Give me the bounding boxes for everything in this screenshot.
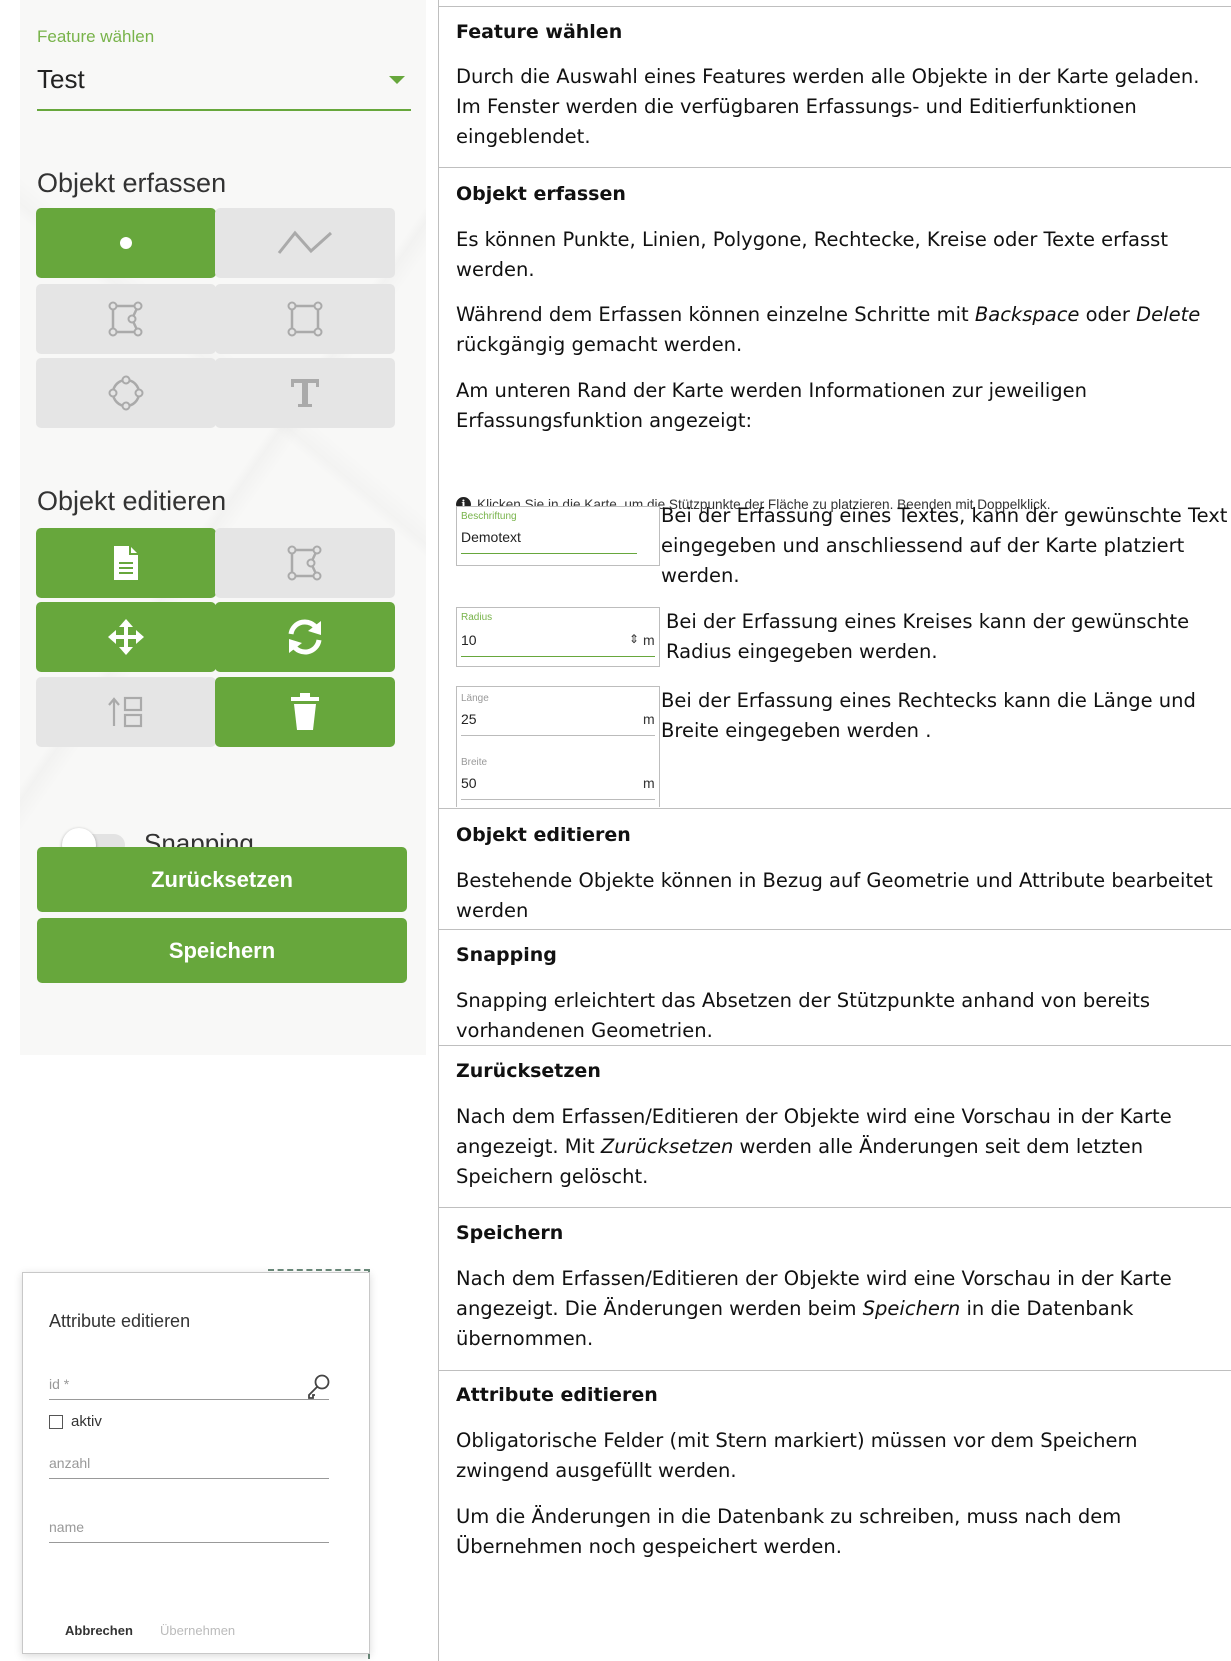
radius-description: Bei der Erfassung eines Kreises kann der… xyxy=(666,610,1190,663)
feature-select-label: Feature wählen xyxy=(37,27,155,46)
attributes-description-2: Um die Änderungen in die Datenbank zu sc… xyxy=(456,1505,1122,1558)
text-description: Bei der Erfassung eines Textes, kann der… xyxy=(661,504,1228,587)
text-input-value: Demotext xyxy=(461,529,521,545)
text-input-underline xyxy=(461,553,637,554)
delete-button[interactable] xyxy=(215,677,395,747)
draw-text-button[interactable] xyxy=(215,358,395,428)
capture-description-2: Während dem Erfassen können einzelne Sch… xyxy=(456,303,1201,356)
dialog-title: Attribute editieren xyxy=(49,1311,191,1331)
aktiv-checkbox[interactable] xyxy=(49,1415,63,1429)
table-divider xyxy=(439,6,1231,7)
text-icon xyxy=(291,379,319,407)
width-value: 50 xyxy=(461,775,477,791)
line-icon xyxy=(277,230,333,254)
feature-select-underline xyxy=(37,109,411,111)
draw-circle-button[interactable] xyxy=(36,358,216,428)
save-heading: Speichern xyxy=(456,1222,564,1244)
radius-input-value: 10 xyxy=(461,632,477,648)
spinner-icon: ⇕ xyxy=(629,632,640,646)
snapping-description: Snapping erleichtert das Absetzen der St… xyxy=(456,989,1151,1042)
id-field[interactable]: id * xyxy=(49,1376,69,1392)
length-label: Länge xyxy=(461,693,489,704)
radius-input-label: Radius xyxy=(461,612,493,623)
aktiv-checkbox-label: aktiv xyxy=(71,1413,102,1430)
width-label: Breite xyxy=(461,757,488,768)
width-unit: m xyxy=(643,775,655,791)
circle-icon xyxy=(108,375,144,411)
text-input-label: Beschriftung xyxy=(461,511,517,522)
length-underline xyxy=(461,735,655,736)
id-field-underline xyxy=(49,1399,329,1400)
name-field-underline xyxy=(49,1542,329,1543)
radius-input-underline xyxy=(461,656,655,657)
table-divider xyxy=(439,167,1231,168)
order-icon xyxy=(108,696,143,728)
draw-rectangle-button[interactable] xyxy=(215,284,395,354)
point-icon xyxy=(120,237,132,249)
radius-unit: m xyxy=(643,632,655,648)
move-button[interactable] xyxy=(36,602,216,672)
table-divider xyxy=(439,1370,1231,1371)
chevron-down-icon[interactable] xyxy=(389,76,405,84)
draw-point-button[interactable] xyxy=(36,208,216,278)
length-unit: m xyxy=(643,711,655,727)
capture-description-1: Es können Punkte, Linien, Polygone, Rech… xyxy=(456,228,1168,281)
feature-heading: Feature wählen xyxy=(456,21,623,43)
edit-section-title: Objekt editieren xyxy=(37,486,227,516)
table-divider xyxy=(439,808,1231,809)
anzahl-field[interactable]: anzahl xyxy=(49,1455,90,1471)
document-icon xyxy=(114,546,138,580)
capture-section-title: Objekt erfassen xyxy=(37,168,227,198)
reset-button[interactable]: Zurücksetzen xyxy=(37,847,407,912)
attribute-dialog: Attribute editieren id * aktiv anzahl na… xyxy=(22,1272,370,1654)
edit-tool-panel: Feature wählen Test Objekt erfassen Obje… xyxy=(20,0,426,1055)
apply-button[interactable]: Übernehmen xyxy=(160,1623,235,1638)
name-field[interactable]: name xyxy=(49,1519,84,1535)
save-button[interactable]: Speichern xyxy=(37,918,407,983)
edit-polygon-icon xyxy=(287,545,322,581)
rotate-button[interactable] xyxy=(215,602,395,672)
trash-icon xyxy=(291,693,319,730)
rectangle-description: Bei der Erfassung eines Rechtecks kann d… xyxy=(661,689,1196,742)
text-input-example: Beschriftung Demotext xyxy=(456,506,660,566)
draw-line-button[interactable] xyxy=(215,208,395,278)
rectangle-input-example: Länge 25 m Breite 50 m xyxy=(456,686,660,807)
description-table: Feature wählen Durch die Auswahl eines F… xyxy=(438,0,1231,1661)
feature-description: Durch die Auswahl eines Features werden … xyxy=(456,65,1200,148)
edit-attributes-button[interactable] xyxy=(36,528,216,598)
move-icon xyxy=(108,619,144,655)
order-button[interactable] xyxy=(36,677,216,747)
edit-description: Bestehende Objekte können in Bezug auf G… xyxy=(456,869,1213,922)
edit-heading: Objekt editieren xyxy=(456,824,631,846)
reset-description: Nach dem Erfassen/Editieren der Objekte … xyxy=(456,1105,1172,1188)
draw-polygon-button[interactable] xyxy=(36,284,216,354)
table-divider xyxy=(439,1045,1231,1046)
polygon-icon xyxy=(108,301,143,337)
snapping-heading: Snapping xyxy=(456,944,557,966)
cancel-button[interactable]: Abbrechen xyxy=(65,1623,133,1638)
attributes-description-1: Obligatorische Felder (mit Stern markier… xyxy=(456,1429,1138,1482)
feature-select[interactable]: Test xyxy=(37,64,85,95)
attributes-heading: Attribute editieren xyxy=(456,1384,658,1406)
table-divider xyxy=(439,1207,1231,1208)
key-icon xyxy=(308,1374,330,1399)
reset-heading: Zurücksetzen xyxy=(456,1060,601,1082)
edit-geometry-button[interactable] xyxy=(215,528,395,598)
length-value: 25 xyxy=(461,711,477,727)
save-description: Nach dem Erfassen/Editieren der Objekte … xyxy=(456,1267,1172,1350)
table-divider xyxy=(439,929,1231,930)
left-panel: Feature wählen Test Objekt erfassen Obje… xyxy=(0,0,438,1661)
rectangle-icon xyxy=(287,301,323,337)
radius-input-example: Radius 10 ⇕ m xyxy=(456,607,660,667)
capture-description-3: Am unteren Rand der Karte werden Informa… xyxy=(456,379,1088,432)
anzahl-field-underline xyxy=(49,1478,329,1479)
rotate-icon xyxy=(288,619,322,655)
width-underline xyxy=(461,799,655,800)
capture-heading: Objekt erfassen xyxy=(456,183,626,205)
